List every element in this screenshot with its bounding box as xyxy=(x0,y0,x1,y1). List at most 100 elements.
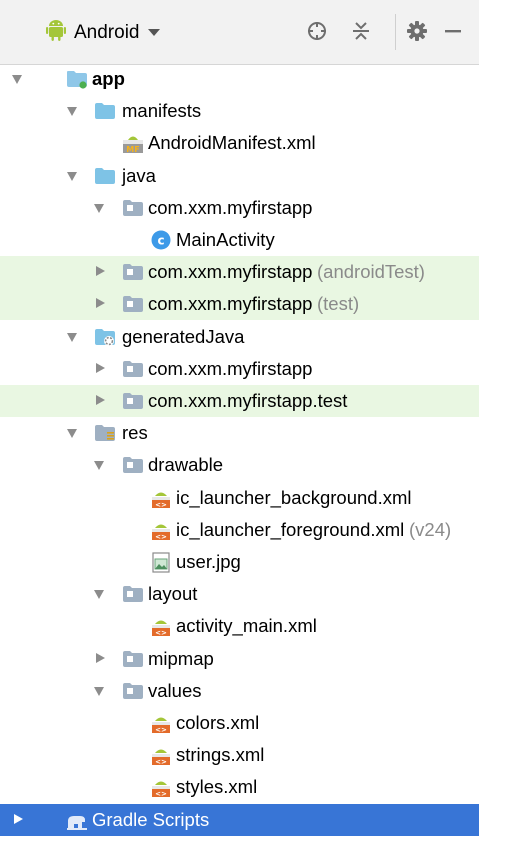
folder-icon xyxy=(94,100,116,122)
tree-item-label: com.xxm.myfirstapp xyxy=(148,197,313,218)
tree-row[interactable]: res xyxy=(0,417,479,449)
tree-row[interactable]: user.jpg xyxy=(0,546,479,578)
svg-text:<>: <> xyxy=(155,790,167,798)
expanded-arrow-icon[interactable] xyxy=(67,172,77,181)
tree-row[interactable]: <> colors.xml xyxy=(0,707,479,739)
app-module-icon xyxy=(66,68,88,90)
tree-row[interactable]: com.xxm.myfirstapp (test) xyxy=(0,288,479,320)
tree-item-label: java xyxy=(122,165,156,186)
expanded-arrow-icon[interactable] xyxy=(94,590,104,599)
tree-row[interactable]: Gradle Scripts xyxy=(0,804,479,836)
manifest-file-icon: MF xyxy=(122,132,144,154)
tree-item-label: Gradle Scripts xyxy=(92,809,210,830)
package-icon xyxy=(122,454,144,476)
tree-row[interactable]: <> styles.xml xyxy=(0,771,479,803)
tree-item-suffix: (androidTest) xyxy=(317,261,425,282)
package-icon xyxy=(122,293,144,315)
android-icon xyxy=(46,19,66,47)
collapsed-arrow-icon[interactable] xyxy=(96,298,105,308)
tree-item-label: com.xxm.myfirstapp xyxy=(148,261,313,282)
tree-row[interactable]: com.xxm.myfirstapp xyxy=(0,192,479,224)
tree-row[interactable]: values xyxy=(0,675,479,707)
svg-text:c: c xyxy=(157,233,164,247)
tree-item-label: layout xyxy=(148,583,198,604)
project-view-selector[interactable]: Android xyxy=(46,19,160,47)
collapsed-arrow-icon[interactable] xyxy=(96,266,105,276)
hide-panel-button[interactable] xyxy=(440,20,466,46)
generated-folder-icon xyxy=(94,326,116,348)
minimize-icon xyxy=(442,20,464,47)
tree-item-label: AndroidManifest.xml xyxy=(148,132,316,153)
package-icon xyxy=(122,583,144,605)
tree-item-label: ic_launcher_background.xml xyxy=(176,487,412,508)
crosshair-icon xyxy=(306,20,328,47)
tree-item-suffix: (test) xyxy=(317,293,360,314)
chevron-down-icon xyxy=(147,24,160,42)
tree-row[interactable]: manifests xyxy=(0,95,479,127)
tree-row[interactable]: app xyxy=(0,63,479,95)
tree-item-label: res xyxy=(122,422,148,443)
project-toolbar: Android xyxy=(0,0,479,65)
package-icon xyxy=(122,390,144,412)
expanded-arrow-icon[interactable] xyxy=(67,429,77,438)
settings-button[interactable] xyxy=(404,20,430,46)
collapsed-arrow-icon[interactable] xyxy=(14,814,23,824)
locate-button[interactable] xyxy=(304,20,330,46)
tree-item-label: mipmap xyxy=(148,648,214,669)
collapsed-arrow-icon[interactable] xyxy=(96,395,105,405)
tree-item-label: strings.xml xyxy=(176,744,265,765)
expanded-arrow-icon[interactable] xyxy=(94,461,104,470)
expanded-arrow-icon[interactable] xyxy=(94,204,104,213)
tree-row[interactable]: generatedJava xyxy=(0,321,479,353)
tree-item-label: user.jpg xyxy=(176,551,241,572)
tree-row[interactable]: com.xxm.myfirstapp (androidTest) xyxy=(0,256,479,288)
xml-file-icon: <> xyxy=(150,519,172,541)
tree-item-label: colors.xml xyxy=(176,712,260,733)
tree-row[interactable]: drawable xyxy=(0,449,479,481)
resource-folder-icon xyxy=(94,422,116,444)
collapsed-arrow-icon[interactable] xyxy=(96,653,105,663)
tree-row[interactable]: MF AndroidManifest.xml xyxy=(0,127,479,159)
collapse-all-icon xyxy=(350,20,372,47)
tree-item-label: com.xxm.myfirstapp.test xyxy=(148,390,348,411)
tree-item-label: app xyxy=(92,68,125,89)
tree-row[interactable]: com.xxm.myfirstapp.test xyxy=(0,385,479,417)
toolbar-separator xyxy=(395,14,396,50)
tree-item-label: styles.xml xyxy=(176,776,258,797)
package-icon xyxy=(122,358,144,380)
package-icon xyxy=(122,261,144,283)
tree-row[interactable]: <> strings.xml xyxy=(0,739,479,771)
svg-text:<>: <> xyxy=(155,758,167,766)
gear-icon xyxy=(406,20,428,47)
tree-row[interactable]: com.xxm.myfirstapp xyxy=(0,353,479,385)
expanded-arrow-icon[interactable] xyxy=(12,75,22,84)
svg-text:MF: MF xyxy=(126,145,139,154)
tree-row[interactable]: <> ic_launcher_foreground.xml (v24) xyxy=(0,514,479,546)
tree-row[interactable]: layout xyxy=(0,578,479,610)
tree-item-label: drawable xyxy=(148,454,224,475)
expanded-arrow-icon[interactable] xyxy=(94,687,104,696)
svg-text:<>: <> xyxy=(155,501,167,509)
image-file-icon xyxy=(150,551,172,573)
gradle-icon xyxy=(66,809,88,831)
expanded-arrow-icon[interactable] xyxy=(67,333,77,342)
tree-row[interactable]: <> activity_main.xml xyxy=(0,610,479,642)
svg-text:<>: <> xyxy=(155,726,167,734)
tree-row[interactable]: <> ic_launcher_background.xml xyxy=(0,482,479,514)
collapse-all-button[interactable] xyxy=(348,20,374,46)
tree-row[interactable]: mipmap xyxy=(0,643,479,675)
tree-row[interactable]: c MainActivity xyxy=(0,224,479,256)
tree-item-suffix: (v24) xyxy=(409,519,452,540)
collapsed-arrow-icon[interactable] xyxy=(96,363,105,373)
project-panel: Android app manifests MF AndroidManifest… xyxy=(0,0,479,851)
package-icon xyxy=(122,197,144,219)
expanded-arrow-icon[interactable] xyxy=(67,107,77,116)
tree-row[interactable]: java xyxy=(0,160,479,192)
svg-text:<>: <> xyxy=(155,533,167,541)
xml-file-icon: <> xyxy=(150,712,172,734)
tree-item-label: MainActivity xyxy=(176,229,275,250)
package-icon xyxy=(122,648,144,670)
xml-file-icon: <> xyxy=(150,776,172,798)
svg-text:<>: <> xyxy=(155,629,167,637)
tree-item-label: com.xxm.myfirstapp xyxy=(148,358,313,379)
